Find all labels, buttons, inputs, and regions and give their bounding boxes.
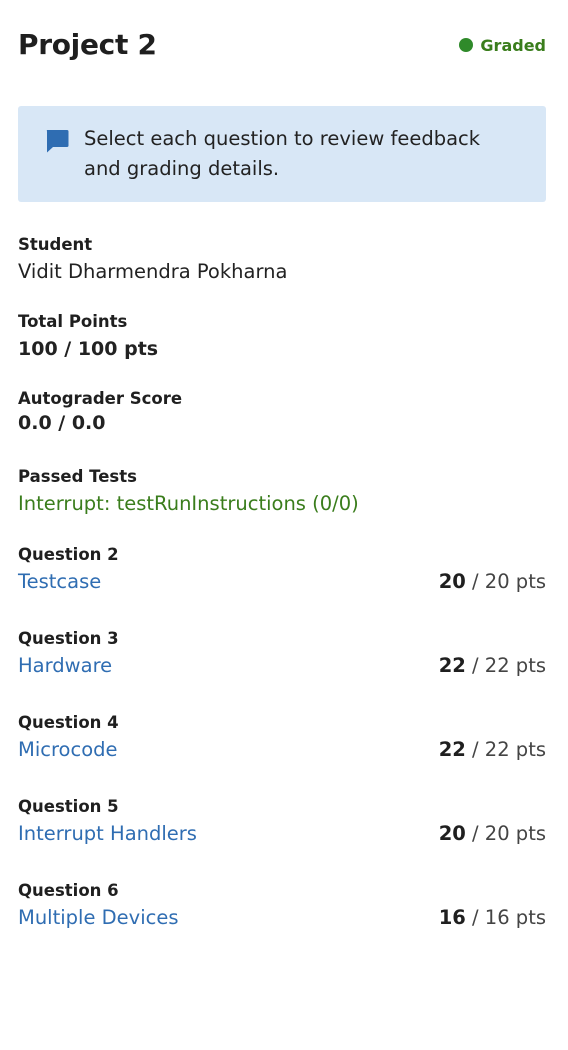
question-row: Testcase 20 / 20 pts bbox=[18, 566, 546, 598]
question-earned: 22 bbox=[438, 654, 466, 677]
student-name: Vidit Dharmendra Pokharna bbox=[18, 260, 288, 283]
question-link-testcase[interactable]: Testcase bbox=[18, 566, 101, 598]
page-title: Project 2 bbox=[18, 27, 157, 61]
question-total: / 22 pts bbox=[472, 738, 546, 761]
question-label: Question 5 bbox=[18, 797, 119, 816]
question-total: / 22 pts bbox=[472, 654, 546, 677]
question-link-interrupt-handlers[interactable]: Interrupt Handlers bbox=[18, 818, 197, 850]
question-label: Question 2 bbox=[18, 545, 119, 564]
passed-tests-section: Passed Tests Interrupt: testRunInstructi… bbox=[18, 466, 546, 520]
question-row: Hardware 22 / 22 pts bbox=[18, 650, 546, 682]
status-label: Graded bbox=[480, 35, 546, 55]
question-label: Question 3 bbox=[18, 629, 119, 648]
autograder-section: Autograder Score 0.0 / 0.0 bbox=[18, 388, 546, 436]
question-link-multiple-devices[interactable]: Multiple Devices bbox=[18, 902, 179, 934]
question-earned: 16 bbox=[438, 906, 466, 929]
question-row: Interrupt Handlers 20 / 20 pts bbox=[18, 818, 546, 850]
question-score: 22 / 22 pts bbox=[439, 734, 546, 766]
question-score: 16 / 16 pts bbox=[439, 902, 546, 934]
question-score: 22 / 22 pts bbox=[439, 650, 546, 682]
question-item: Question 3 Hardware 22 / 22 pts bbox=[18, 628, 546, 682]
question-score: 20 / 20 pts bbox=[439, 818, 546, 850]
status-badge: Graded bbox=[459, 36, 546, 55]
question-item: Question 2 Testcase 20 / 20 pts bbox=[18, 544, 546, 598]
question-label: Question 4 bbox=[18, 713, 119, 732]
passed-tests-label: Passed Tests bbox=[18, 467, 137, 486]
question-label: Question 6 bbox=[18, 881, 119, 900]
question-total: / 20 pts bbox=[472, 570, 546, 593]
header: Project 2 Graded bbox=[18, 0, 546, 64]
info-notice-text: Select each question to review feedback … bbox=[84, 127, 481, 180]
question-link-hardware[interactable]: Hardware bbox=[18, 650, 112, 682]
passed-test-item: Interrupt: testRunInstructions (0/0) bbox=[18, 492, 359, 515]
submission-panel: Project 2 Graded Select each question to… bbox=[0, 0, 568, 934]
question-list: Question 2 Testcase 20 / 20 pts Question… bbox=[18, 544, 546, 934]
total-points-value: 100 / 100 pts bbox=[18, 338, 159, 360]
question-item: Question 4 Microcode 22 / 22 pts bbox=[18, 712, 546, 766]
question-total: / 20 pts bbox=[472, 822, 546, 845]
question-row: Microcode 22 / 22 pts bbox=[18, 734, 546, 766]
question-item: Question 6 Multiple Devices 16 / 16 pts bbox=[18, 880, 546, 934]
question-total: / 16 pts bbox=[472, 906, 546, 929]
question-earned: 20 bbox=[438, 570, 466, 593]
question-earned: 20 bbox=[438, 822, 466, 845]
question-link-microcode[interactable]: Microcode bbox=[18, 734, 118, 766]
student-label: Student bbox=[18, 235, 93, 254]
question-item: Question 5 Interrupt Handlers 20 / 20 pt… bbox=[18, 796, 546, 850]
student-section: Student Vidit Dharmendra Pokharna bbox=[18, 234, 546, 288]
question-score: 20 / 20 pts bbox=[439, 566, 546, 598]
autograder-value: 0.0 / 0.0 bbox=[18, 412, 106, 434]
question-earned: 22 bbox=[438, 738, 466, 761]
question-row: Multiple Devices 16 / 16 pts bbox=[18, 902, 546, 934]
info-notice: Select each question to review feedback … bbox=[18, 106, 546, 202]
total-points-label: Total Points bbox=[18, 312, 128, 331]
comment-icon bbox=[46, 130, 69, 153]
autograder-label: Autograder Score bbox=[18, 389, 183, 408]
total-points-section: Total Points 100 / 100 pts bbox=[18, 311, 546, 365]
status-dot-icon bbox=[459, 38, 474, 52]
